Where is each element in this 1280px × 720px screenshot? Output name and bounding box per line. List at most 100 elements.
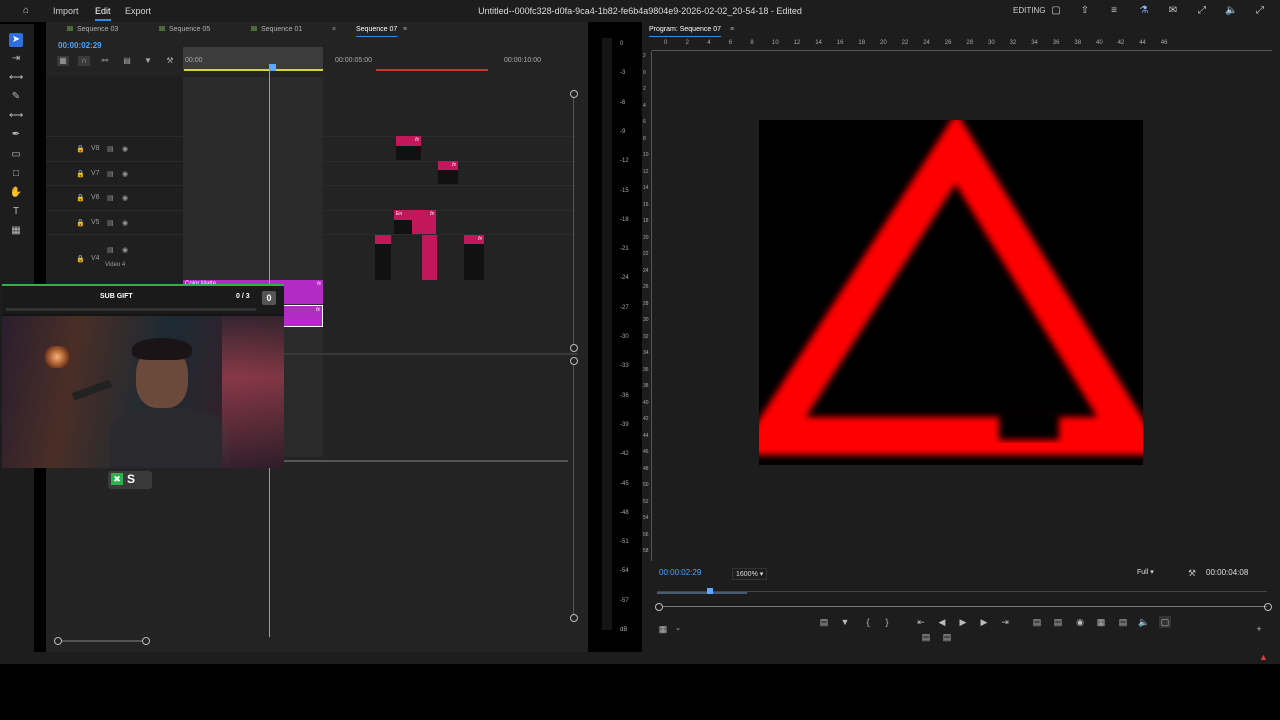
close-tab-icon[interactable]: ×	[332, 26, 336, 33]
sync-icon[interactable]: ▤	[107, 194, 114, 202]
volume-icon[interactable]: 🔈	[1225, 5, 1237, 17]
extract-icon[interactable]: ▤	[1052, 616, 1064, 628]
menu-edit[interactable]: Edit	[95, 6, 111, 21]
vscroll-handle-top[interactable]	[570, 357, 578, 365]
program-canvas[interactable]	[736, 112, 1165, 465]
home-icon[interactable]: ⌂	[20, 5, 32, 17]
chat-icon[interactable]: ✉	[1167, 5, 1179, 17]
vscroll-handle-bottom[interactable]	[570, 614, 578, 622]
lock-icon[interactable]: 🔒	[76, 194, 85, 202]
clip[interactable]: fx	[438, 161, 458, 170]
pen-tool-icon[interactable]: ✒	[9, 128, 23, 142]
clip[interactable]	[422, 235, 437, 280]
work-area-bar[interactable]	[184, 69, 323, 71]
slip-tool-icon[interactable]: ⟷	[9, 109, 23, 123]
eye-icon[interactable]: ◉	[122, 194, 128, 202]
compare-view-icon[interactable]: ▦	[1095, 616, 1107, 628]
dropdown-chevron-icon[interactable]: ⌄	[672, 623, 684, 635]
captions-icon[interactable]: ▤	[121, 56, 133, 66]
clip[interactable]: fx	[396, 136, 421, 146]
button-editor-plus-icon[interactable]: +	[1253, 623, 1265, 635]
volume-icon[interactable]: 🔈	[1138, 616, 1150, 628]
step-forward-icon[interactable]: ▶	[978, 616, 990, 628]
ripple-edit-tool-icon[interactable]: ⟷	[9, 71, 23, 85]
sync-icon[interactable]: ▤	[107, 246, 114, 254]
zoom-handle-left[interactable]	[655, 603, 663, 611]
wrench-icon[interactable]: ⚒	[164, 56, 176, 66]
zoom-select[interactable]: 1600% ▾	[732, 568, 768, 580]
share-icon[interactable]: ⇧	[1079, 5, 1091, 17]
proxy-toggle-icon[interactable]: ▤	[1117, 616, 1129, 628]
export-frame-icon[interactable]: ◉	[1074, 616, 1086, 628]
overwrite-icon[interactable]: ▤	[941, 631, 953, 643]
type-tool-icon[interactable]: T	[9, 205, 23, 219]
hscroll-handle-left[interactable]	[54, 637, 62, 645]
selected-clip[interactable]: fx	[283, 305, 323, 327]
vscroll-handle-top[interactable]	[570, 90, 578, 98]
warning-icon[interactable]: ▲	[1259, 652, 1268, 662]
nest-icon[interactable]: ▦	[57, 56, 69, 66]
sync-icon[interactable]: ▤	[107, 170, 114, 178]
clip[interactable]: En fx	[394, 210, 436, 220]
hamburger-menu-icon[interactable]: ≡	[1108, 5, 1120, 17]
timeline-timecode[interactable]: 00:00:02:29	[58, 41, 102, 50]
mini-timeline-ruler[interactable]	[657, 582, 1267, 592]
panel-menu-icon[interactable]: ≡	[730, 26, 734, 33]
eye-icon[interactable]: ◉	[122, 170, 128, 178]
vscroll-track[interactable]	[573, 365, 574, 615]
tab-menu-icon[interactable]: ≡	[403, 26, 407, 33]
add-marker-icon[interactable]: ▼	[839, 616, 851, 628]
lock-icon[interactable]: 🔒	[76, 255, 85, 263]
tab-sequence-07[interactable]: Sequence 07	[356, 26, 398, 37]
clip-body[interactable]	[375, 244, 391, 280]
clip-body[interactable]	[396, 146, 421, 160]
eye-icon[interactable]: ◉	[122, 219, 128, 227]
program-title[interactable]: Program: Sequence 07	[649, 26, 721, 37]
clip[interactable]	[375, 235, 391, 244]
zoom-handle-right[interactable]	[1264, 603, 1272, 611]
clip-body[interactable]	[464, 244, 484, 280]
program-timecode[interactable]: 00:00:02:29	[659, 568, 701, 577]
program-playhead[interactable]	[707, 588, 713, 594]
workspaces-icon[interactable]: ▢	[1050, 5, 1062, 17]
step-back-icon[interactable]: ◀	[936, 616, 948, 628]
add-marker-icon[interactable]: ▼	[142, 56, 154, 66]
menu-export[interactable]: Export	[125, 6, 151, 16]
sync-icon[interactable]: ▤	[107, 219, 114, 227]
lock-icon[interactable]: 🔒	[76, 170, 85, 178]
eye-icon[interactable]: ◉	[122, 246, 128, 254]
resolution-select[interactable]: Full ▾	[1137, 568, 1154, 576]
tab-sequence-03[interactable]: Sequence 03	[67, 26, 118, 33]
vscroll-track[interactable]	[573, 98, 574, 345]
lock-icon[interactable]: 🔒	[76, 145, 85, 153]
flask-icon[interactable]: ⚗	[1138, 5, 1150, 17]
menu-import[interactable]: Import	[53, 6, 79, 16]
mark-in-icon[interactable]: {	[862, 616, 874, 628]
safe-margins-icon[interactable]: ▦	[657, 623, 669, 635]
hand-tool-icon[interactable]: ✋	[9, 186, 23, 200]
marquee-tool-icon[interactable]: □	[9, 167, 23, 181]
snap-icon[interactable]: ∩	[78, 56, 90, 66]
hscroll-handle-right[interactable]	[142, 637, 150, 645]
tab-sequence-01[interactable]: Sequence 01	[251, 26, 302, 33]
rectangle-tool-icon[interactable]: ▭	[9, 148, 23, 162]
shrink-icon[interactable]: ⤢	[1196, 5, 1208, 17]
razor-tool-icon[interactable]: ✎	[9, 90, 23, 104]
marker-grid-icon[interactable]: ▤	[818, 616, 830, 628]
caption-tool-icon[interactable]: ▦	[9, 224, 23, 238]
linked-selection-icon[interactable]: ⚯	[99, 56, 111, 66]
insert-icon[interactable]: ▤	[920, 631, 932, 643]
clip-body[interactable]	[394, 220, 412, 234]
hscroll-track[interactable]	[62, 640, 142, 642]
vr-video-icon[interactable]: ▢	[1159, 616, 1171, 628]
workspace-label[interactable]: EDITING	[1013, 6, 1045, 15]
tab-sequence-05[interactable]: Sequence 05	[159, 26, 210, 33]
selection-tool-icon[interactable]: ➤	[9, 33, 23, 47]
go-to-in-icon[interactable]: ⇤	[915, 616, 927, 628]
sync-icon[interactable]: ▤	[107, 145, 114, 153]
clip[interactable]: fx	[464, 235, 484, 244]
settings-wrench-icon[interactable]: ⚒	[1186, 567, 1198, 579]
lift-icon[interactable]: ▤	[1031, 616, 1043, 628]
play-icon[interactable]: ▶	[957, 616, 969, 628]
go-to-out-icon[interactable]: ⇥	[999, 616, 1011, 628]
